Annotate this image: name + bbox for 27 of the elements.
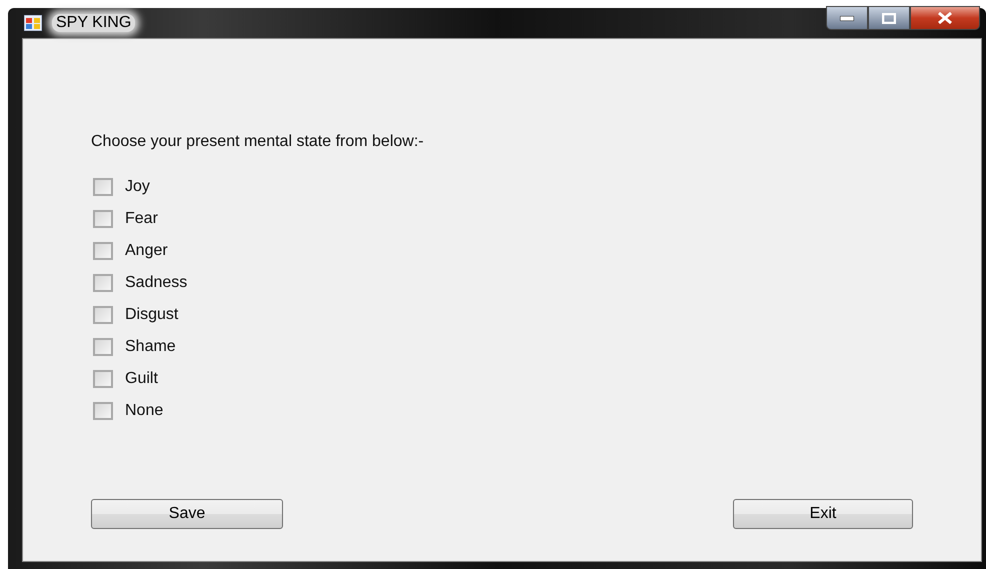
window-title: SPY KING <box>52 14 136 32</box>
checkbox-label[interactable]: Guilt <box>125 370 158 388</box>
checkbox-label[interactable]: Joy <box>125 178 150 196</box>
checkbox[interactable] <box>93 338 113 356</box>
checkbox-label[interactable]: Fear <box>125 210 158 228</box>
minimize-icon <box>840 16 854 20</box>
checkbox[interactable] <box>93 210 113 228</box>
checkbox[interactable] <box>93 402 113 420</box>
app-icon <box>24 15 42 31</box>
checkbox-label[interactable]: None <box>125 402 164 420</box>
checkbox-label[interactable]: Anger <box>125 242 168 260</box>
checkbox[interactable] <box>93 306 113 324</box>
checkbox-label[interactable]: Sadness <box>125 274 188 292</box>
save-button[interactable]: Save <box>91 499 283 529</box>
checkbox-label[interactable]: Shame <box>125 338 176 356</box>
prompt-text: Choose your present mental state from below:- <box>91 133 425 151</box>
checkbox[interactable] <box>93 242 113 260</box>
close-button[interactable] <box>910 6 980 30</box>
checkbox[interactable] <box>93 178 113 196</box>
maximize-icon <box>882 12 896 24</box>
checkbox[interactable] <box>93 274 113 292</box>
close-icon <box>937 12 953 24</box>
minimize-button[interactable] <box>826 6 868 30</box>
maximize-button[interactable] <box>868 6 910 30</box>
checkbox[interactable] <box>93 370 113 388</box>
exit-button[interactable]: Exit <box>733 499 913 529</box>
checkbox-label[interactable]: Disgust <box>125 306 178 324</box>
